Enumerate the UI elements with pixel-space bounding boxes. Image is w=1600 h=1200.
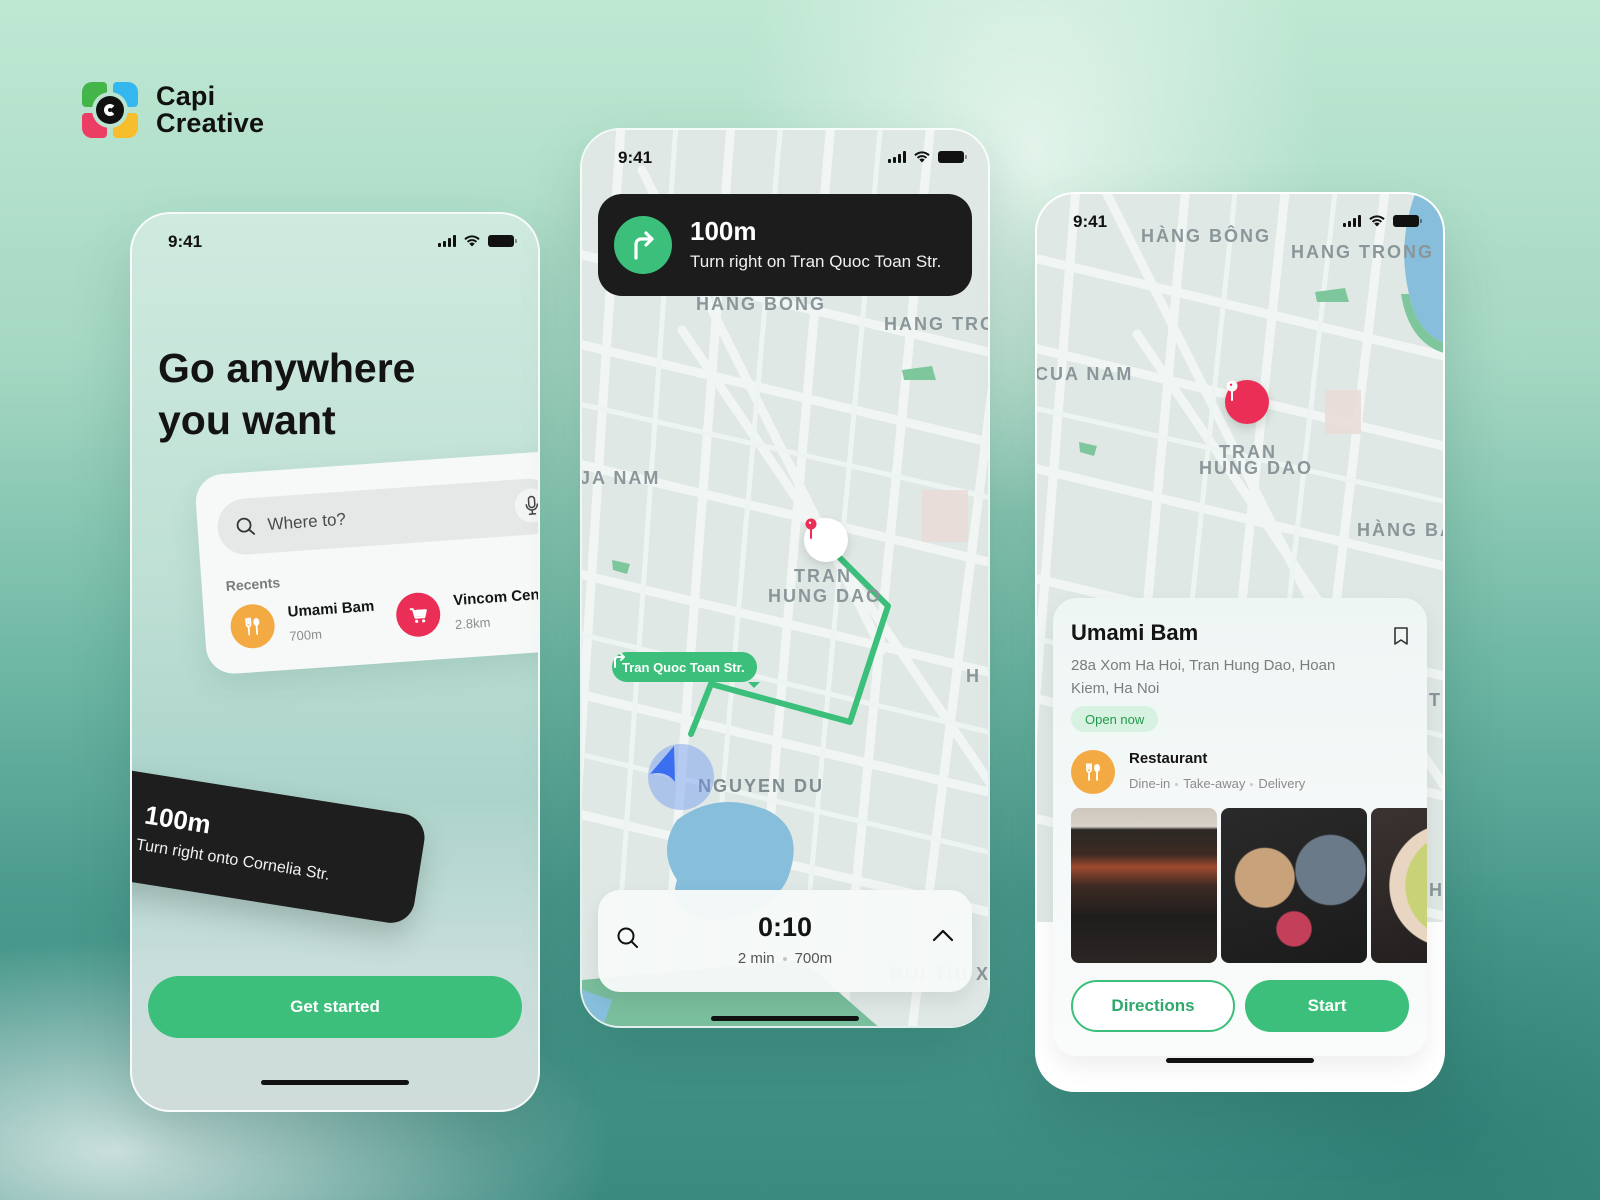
status-bar: 9:41 [1037,194,1443,250]
place-address: 28a Xom Ha Hoi, Tran Hung Dao, Hoan Kiem… [1071,657,1336,697]
trip-eta: 0:10 [757,912,813,942]
map-pin-icon [1226,380,1238,401]
turn-instruction: Turn right on Tran Quoc Toan Str. [690,252,942,271]
home-indicator[interactable] [711,1016,859,1021]
home-indicator[interactable] [1166,1058,1314,1063]
navigation-arrow-icon [650,746,675,782]
battery-icon [938,150,967,163]
brand-name: Capi Creative [156,83,264,137]
cellular-signal-icon [1343,214,1361,227]
recent-name: Umami Bam [287,597,375,621]
place-photo[interactable] [1371,808,1427,963]
battery-icon [1393,214,1422,227]
phone-place-details: HÀNG BÔNG HANG TRONG CUA NAM TRAN HUNG D… [1035,192,1445,1092]
service-option: Dine-in [1129,776,1171,791]
recent-name: Vincom Cent. [452,585,540,610]
service-option: Take-away [1183,776,1246,791]
status-time: 9:41 [1073,212,1108,231]
status-bar: 9:41 [132,214,538,270]
place-photo[interactable] [1221,808,1367,963]
status-time: 9:41 [168,232,203,251]
open-status-badge: Open now [1071,706,1159,732]
nav-preview-instruction: Turn right onto Cornelia Str. [134,836,331,884]
place-photo[interactable] [1071,808,1217,963]
turn-right-icon [614,216,672,274]
turn-distance: 100m [690,216,757,246]
wifi-icon [464,235,480,247]
start-button[interactable]: Start [1245,980,1409,1032]
hero-title-line2: you want [158,397,336,443]
service-options: Dine-in Take-away Delivery [1129,776,1305,791]
microphone-button[interactable] [513,487,538,524]
cellular-signal-icon [438,234,456,247]
destination-pin[interactable] [1225,380,1269,424]
map-label: NGUYEN DU [698,776,825,796]
phone-onboarding: 9:41 Go anywhere you want Where to? Rece… [130,212,540,1112]
recents-label: Recents [225,574,281,595]
navigation-preview-card: 100m Turn right onto Cornelia Str. [132,766,428,927]
recent-item[interactable]: Vincom Cent. 2.8km [394,584,540,639]
search-icon [236,517,256,535]
capi-logo-icon [82,82,138,138]
place-category: Restaurant [1129,750,1208,767]
map-label: HUNG DAO [1199,458,1313,478]
bookmark-icon[interactable] [1393,626,1409,646]
map-label: HÀNG BÔNG [696,294,826,314]
brand: Capi Creative [82,82,264,138]
trip-summary-card[interactable]: 0:10 2 min 700m [598,890,972,992]
map-label: T [1429,690,1442,710]
status-time: 9:41 [618,148,653,167]
street-callout-label: Tran Quoc Toan Str. [622,659,745,675]
map-label: JA NAM [582,468,661,488]
recent-distance: 700m [288,626,323,644]
map-pin-icon [805,518,817,539]
map-label: CUA NAM [1037,364,1134,384]
place-name: Umami Bam [1071,620,1199,645]
brand-name-line2: Creative [156,108,265,138]
map-label: HÀNG BÀI [1357,520,1443,540]
trip-distance: 700m [794,950,833,967]
shopping-cart-icon [394,591,442,639]
microphone-icon [525,495,538,515]
destination-pin[interactable] [804,518,848,562]
search-card: Where to? Recents Umami Bam 700m Vincom … [194,448,540,676]
service-option: Delivery [1258,776,1306,791]
trip-meta: 2 min 700m [598,950,972,967]
get-started-button[interactable]: Get started [148,976,522,1038]
recent-item[interactable]: Umami Bam 700m [229,596,376,650]
hero-title-line1: Go anywhere [158,345,416,391]
hero-title: Go anywhere you want [158,342,415,446]
directions-button[interactable]: Directions [1071,980,1235,1032]
restaurant-icon [229,602,277,650]
wifi-icon [914,151,930,163]
cellular-signal-icon [888,150,906,163]
chevron-up-icon[interactable] [932,928,954,942]
map-label: H [1429,880,1443,900]
street-callout: Tran Quoc Toan Str. [612,652,760,688]
wifi-icon [1369,215,1385,227]
search-placeholder: Where to? [266,509,347,534]
recent-distance: 2.8km [454,614,491,633]
trip-duration: 2 min [737,950,775,967]
map-label: HUNG DAO [768,586,882,606]
map-label: TRAN [794,566,852,586]
turn-instruction-banner: 100m Turn right on Tran Quoc Toan Str. [598,194,972,296]
status-bar: 9:41 [582,130,988,186]
map-label: HANG TRO [884,314,988,334]
battery-icon [488,234,517,247]
place-details-card: Umami Bam 28a Xom Ha Hoi, Tran Hung Dao,… [1053,598,1427,1056]
restaurant-icon [1071,750,1115,794]
where-to-search-input[interactable]: Where to? [215,476,538,557]
nav-preview-distance: 100m [142,799,213,840]
user-location-marker [648,744,714,810]
brand-name-line1: Capi [156,81,216,111]
map-label: H [966,666,981,686]
home-indicator[interactable] [261,1080,409,1085]
phone-navigation: HÀNG BÔNG HANG TRO JA NAM TRAN HUNG DAO … [580,128,990,1028]
turn-right-icon [614,653,625,668]
